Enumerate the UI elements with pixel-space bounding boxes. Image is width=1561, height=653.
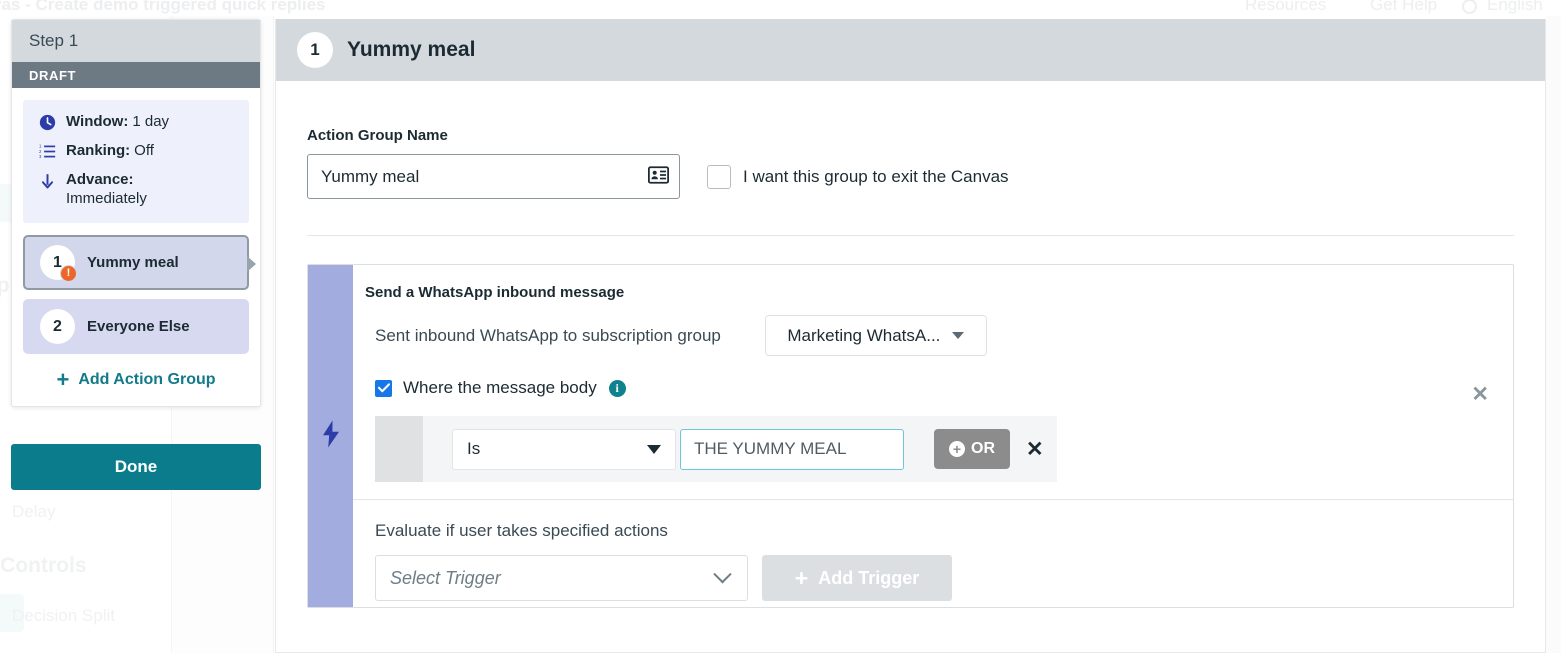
plus-icon: +	[794, 564, 809, 591]
background-palette-item-decision-split: Decision Split	[12, 606, 115, 625]
step-summary-card: Window: 1 day 1 2 3 Ranking: Off Advance…	[23, 100, 249, 223]
select-trigger-dropdown[interactable]: Select Trigger	[375, 555, 748, 601]
add-trigger-button[interactable]: + Add Trigger	[762, 555, 952, 601]
step-panel-body: Window: 1 day 1 2 3 Ranking: Off Advance…	[12, 88, 260, 406]
action-group-form: Action Group Name Yummy meal I want this…	[276, 81, 1545, 608]
background-topbar: vas - Create demo triggered quick replie…	[0, 0, 1561, 16]
close-icon[interactable]: ✕	[1471, 384, 1489, 405]
summary-row-window: Window: 1 day	[37, 113, 235, 132]
exit-canvas-checkbox[interactable]	[707, 164, 731, 189]
exit-canvas-row: I want this group to exit the Canvas	[707, 164, 1009, 189]
chevron-down-icon	[647, 444, 661, 454]
ranking-list-icon: 1 2 3	[37, 142, 57, 160]
plus-icon: +	[56, 367, 70, 392]
trigger-card-title: Send a WhatsApp inbound message	[365, 284, 625, 301]
message-body-checkbox[interactable]	[375, 379, 392, 397]
subscription-group-value: Marketing WhatsA...	[787, 325, 941, 345]
add-action-group-button[interactable]: + Add Action Group	[23, 363, 249, 393]
action-group-detail-panel: 1 Yummy meal Action Group Name Yummy mea…	[275, 19, 1546, 653]
clock-icon	[37, 113, 57, 131]
select-trigger-row: Select Trigger + Add Trigger	[375, 555, 1513, 601]
trigger-card-top: Send a WhatsApp inbound message Sent inb…	[353, 265, 1513, 482]
background-nav-get-help: Get Help	[1370, 0, 1438, 14]
condition-value-input[interactable]	[680, 428, 904, 470]
step-panel: Step 1 DRAFT Window: 1 day 1 2 3 Ranking…	[11, 19, 261, 407]
summary-row-ranking: 1 2 3 Ranking: Off	[37, 142, 235, 161]
canvas-step-editor: vas - Create demo triggered quick replie…	[0, 0, 1561, 653]
action-group-number-label: 2	[53, 317, 62, 335]
action-group-item-everyone-else[interactable]: 2 Everyone Else	[23, 299, 249, 354]
plus-circle-icon: +	[949, 441, 965, 457]
action-group-item-yummy-meal[interactable]: 1 ! Yummy meal	[23, 235, 256, 290]
background-right-edge	[1546, 16, 1561, 653]
summary-label-window: Window:	[66, 113, 129, 130]
add-trigger-label: Add Trigger	[818, 567, 920, 588]
down-arrow-icon	[37, 171, 57, 190]
select-trigger-placeholder: Select Trigger	[390, 567, 501, 588]
action-group-header-title: Yummy meal	[347, 38, 476, 61]
subscription-group-text: Sent inbound WhatsApp to subscription gr…	[375, 325, 721, 345]
condition-row: Is + OR ✕	[375, 416, 1057, 482]
trigger-card-rail	[308, 265, 353, 607]
action-group-name-input[interactable]	[307, 154, 680, 199]
action-group-header: 1 Yummy meal	[276, 19, 1545, 81]
background-topbar-title: vas - Create demo triggered quick replie…	[0, 0, 326, 14]
add-action-group-label: Add Action Group	[78, 371, 216, 388]
lightning-bolt-icon	[321, 420, 341, 453]
svg-text:3: 3	[39, 154, 42, 159]
action-group-label: Yummy meal	[87, 254, 179, 271]
info-icon[interactable]: i	[608, 379, 626, 397]
trigger-card: Send a WhatsApp inbound message Sent inb…	[307, 264, 1514, 608]
globe-icon	[1462, 0, 1477, 14]
subscription-group-row: Sent inbound WhatsApp to subscription gr…	[353, 315, 1513, 356]
svg-text:2: 2	[39, 149, 42, 154]
message-body-row: Where the message body i	[353, 378, 1513, 398]
done-button[interactable]: Done	[11, 444, 261, 490]
trigger-card-bottom: Evaluate if user takes specified actions…	[353, 500, 1513, 601]
action-group-name-row: I want this group to exit the Canvas	[307, 154, 1514, 199]
background-palette-heading-flow-controls: w Controls	[0, 554, 87, 577]
summary-label-advance: Advance:	[66, 170, 134, 188]
condition-drag-handle[interactable]	[375, 416, 423, 482]
background-nav-resources: Resources	[1245, 0, 1327, 14]
step-status-badge: DRAFT	[12, 62, 260, 88]
trigger-card-content: Send a WhatsApp inbound message Sent inb…	[353, 265, 1513, 607]
exit-canvas-label: I want this group to exit the Canvas	[743, 166, 1009, 186]
action-group-label: Everyone Else	[87, 318, 190, 335]
warning-badge-icon: !	[60, 265, 77, 282]
remove-condition-button[interactable]: ✕	[1026, 439, 1044, 460]
step-title: Step 1	[12, 20, 260, 62]
personalization-icon[interactable]	[647, 166, 670, 189]
section-divider	[307, 235, 1514, 236]
add-or-condition-button[interactable]: + OR	[934, 429, 1010, 469]
action-group-name-input-wrap	[307, 154, 680, 199]
action-group-number: 2	[40, 309, 75, 344]
background-fragment-mp: mp	[0, 274, 10, 298]
action-group-name-label: Action Group Name	[307, 127, 448, 144]
background-palette-item-delay: Delay	[12, 502, 56, 521]
condition-operator-dropdown[interactable]: Is	[452, 428, 676, 470]
summary-value-advance: Immediately	[66, 190, 147, 208]
summary-row-advance: Advance: Immediately	[37, 171, 235, 210]
evaluate-actions-label: Evaluate if user takes specified actions	[375, 521, 668, 540]
subscription-group-dropdown[interactable]: Marketing WhatsA...	[764, 315, 987, 356]
svg-text:1: 1	[39, 143, 42, 148]
summary-label-ranking: Ranking:	[66, 141, 131, 159]
action-group-list: 1 ! Yummy meal 2 Everyone Else	[23, 235, 256, 354]
action-group-header-number: 1	[297, 32, 333, 68]
message-body-label: Where the message body	[403, 378, 597, 397]
summary-value-ranking: Off	[134, 141, 154, 159]
condition-operator-value: Is	[467, 439, 481, 458]
add-or-condition-label: OR	[971, 440, 995, 457]
background-nav-language: English	[1487, 0, 1543, 14]
summary-value-window: 1 day	[132, 113, 170, 130]
action-group-number: 1 !	[40, 245, 77, 282]
chevron-down-icon	[952, 332, 965, 339]
chevron-down-icon	[713, 564, 732, 583]
